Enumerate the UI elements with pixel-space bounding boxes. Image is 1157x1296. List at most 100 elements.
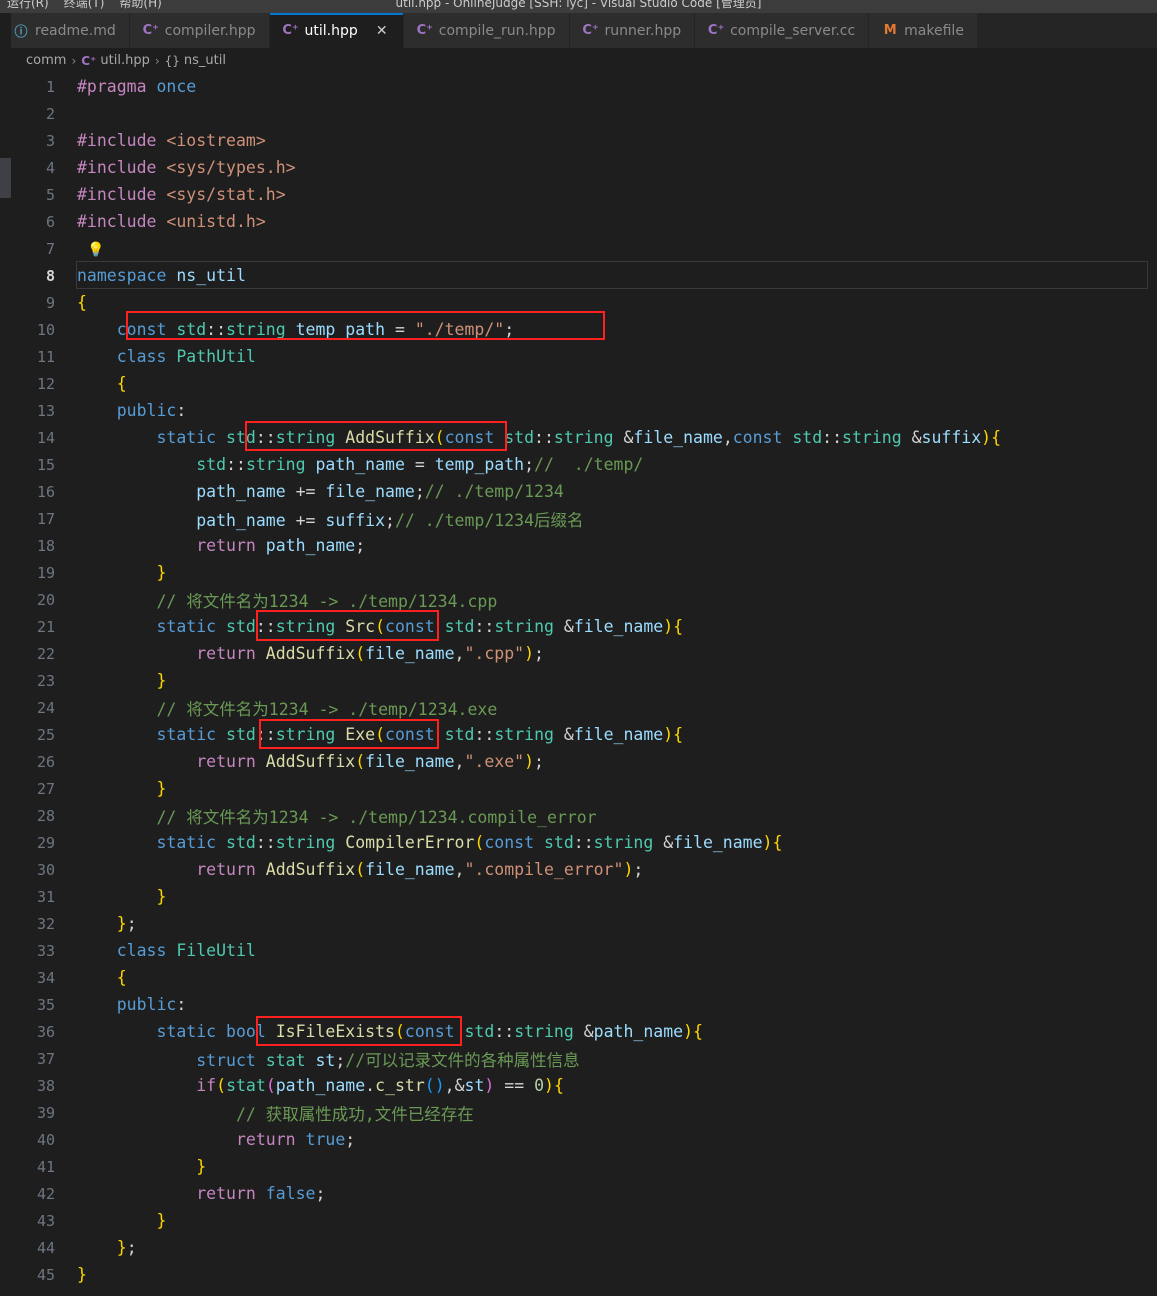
tab-readme-md[interactable]: ⓘ readme.md (0, 13, 130, 48)
code-line[interactable]: 44 }; (11, 1234, 1157, 1261)
code-line[interactable]: 4 #include <sys/types.h> (11, 154, 1157, 181)
tab-util-hpp[interactable]: C⁺ util.hpp ✕ (269, 13, 404, 48)
tab-compile-server-cc[interactable]: C⁺ compile_server.cc (695, 13, 870, 48)
code-line[interactable]: 13 public: (11, 397, 1157, 424)
line-content[interactable]: { (77, 293, 1157, 312)
code-line[interactable]: 7 💡 (11, 235, 1157, 262)
line-content[interactable]: static std::string AddSuffix(const std::… (77, 428, 1157, 447)
line-content[interactable]: 💡 (77, 239, 1157, 258)
lightbulb-icon[interactable]: 💡 (87, 242, 104, 258)
tab-runner-hpp[interactable]: C⁺ runner.hpp (569, 13, 696, 48)
line-content[interactable]: } (77, 563, 1157, 582)
line-content[interactable]: return true; (77, 1130, 1157, 1149)
code-line[interactable]: 12 { (11, 370, 1157, 397)
code-line[interactable]: 2 (11, 100, 1157, 127)
line-content[interactable]: const std::string temp_path = "./temp/"; (77, 320, 1157, 339)
line-content[interactable]: #include <unistd.h> (77, 212, 1157, 231)
code-line[interactable]: 42 return false; (11, 1180, 1157, 1207)
breadcrumb-item-file[interactable]: C⁺ util.hpp (81, 53, 150, 68)
line-content[interactable]: static bool IsFileExists(const std::stri… (77, 1022, 1157, 1041)
code-line[interactable]: 20 // 将文件名为1234 -> ./temp/1234.cpp (11, 586, 1157, 613)
line-content[interactable]: path_name += suffix;// ./temp/1234后缀名 (77, 507, 1157, 531)
line-content[interactable]: // 将文件名为1234 -> ./temp/1234.compile_erro… (77, 804, 1157, 828)
code-line[interactable]: 45} (11, 1261, 1157, 1288)
line-content[interactable]: static std::string CompilerError(const s… (77, 833, 1157, 852)
code-line[interactable]: 32 }; (11, 910, 1157, 937)
code-line[interactable]: 27 } (11, 775, 1157, 802)
close-icon[interactable]: ✕ (374, 23, 390, 39)
code-line[interactable]: 37 struct stat st;//可以记录文件的各种属性信息 (11, 1045, 1157, 1072)
line-content[interactable]: // 将文件名为1234 -> ./temp/1234.exe (77, 696, 1157, 720)
code-line[interactable]: 1 #pragma once (11, 73, 1157, 100)
scrollbar-thumb[interactable] (0, 158, 11, 198)
line-content[interactable]: class FileUtil (77, 941, 1157, 960)
line-content[interactable]: public: (77, 401, 1157, 420)
code-line[interactable]: 28 // 将文件名为1234 -> ./temp/1234.compile_e… (11, 802, 1157, 829)
line-content[interactable]: return AddSuffix(file_name,".compile_err… (77, 860, 1157, 879)
code-line[interactable]: 19 } (11, 559, 1157, 586)
line-content[interactable]: return path_name; (77, 536, 1157, 555)
code-line[interactable]: 25 static std::string Exe(const std::str… (11, 721, 1157, 748)
line-content[interactable]: #include <sys/types.h> (77, 158, 1157, 177)
line-content[interactable]: } (77, 779, 1157, 798)
line-content[interactable]: { (77, 968, 1157, 987)
breadcrumb-item-folder[interactable]: comm (26, 53, 66, 68)
code-editor[interactable]: 1 #pragma once 2 3 #include <iostream> 4 #incl… (11, 73, 1157, 1296)
line-content[interactable]: static std::string Exe(const std::string… (77, 725, 1157, 744)
code-line[interactable]: 15 std::string path_name = temp_path;// … (11, 451, 1157, 478)
line-content[interactable]: path_name += file_name;// ./temp/1234 (77, 482, 1157, 501)
code-line[interactable]: 14 static std::string AddSuffix(const st… (11, 424, 1157, 451)
code-line[interactable]: 8 namespace ns_util (11, 261, 1157, 289)
tab-compiler-hpp[interactable]: C⁺ compiler.hpp (129, 13, 270, 48)
line-content[interactable]: }; (77, 1238, 1157, 1257)
tab-compile-run-hpp[interactable]: C⁺ compile_run.hpp (403, 13, 570, 48)
line-content[interactable]: #pragma once (77, 77, 1157, 96)
code-line[interactable]: 33 class FileUtil (11, 937, 1157, 964)
line-content[interactable]: class PathUtil (77, 347, 1157, 366)
code-line[interactable]: 30 return AddSuffix(file_name,".compile_… (11, 856, 1157, 883)
code-line[interactable]: 41 } (11, 1153, 1157, 1180)
code-line[interactable]: 24 // 将文件名为1234 -> ./temp/1234.exe (11, 694, 1157, 721)
line-content[interactable]: } (77, 887, 1157, 906)
line-content[interactable]: }; (77, 914, 1157, 933)
line-content[interactable]: } (77, 1211, 1157, 1230)
code-line[interactable]: 3 #include <iostream> (11, 127, 1157, 154)
code-line[interactable]: 36 static bool IsFileExists(const std::s… (11, 1018, 1157, 1045)
code-line[interactable]: 16 path_name += file_name;// ./temp/1234 (11, 478, 1157, 505)
line-content[interactable]: // 将文件名为1234 -> ./temp/1234.cpp (77, 588, 1157, 612)
code-line[interactable]: 21 static std::string Src(const std::str… (11, 613, 1157, 640)
line-content[interactable]: } (77, 1157, 1157, 1176)
line-content[interactable]: return false; (77, 1184, 1157, 1203)
line-content[interactable]: static std::string Src(const std::string… (77, 617, 1157, 636)
code-line[interactable]: 40 return true; (11, 1126, 1157, 1153)
line-content[interactable]: struct stat st;//可以记录文件的各种属性信息 (77, 1047, 1157, 1071)
code-line[interactable]: 39 // 获取属性成功,文件已经存在 (11, 1099, 1157, 1126)
line-content[interactable]: return AddSuffix(file_name,".exe"); (77, 752, 1157, 771)
code-line[interactable]: 31 } (11, 883, 1157, 910)
code-line[interactable]: 22 return AddSuffix(file_name,".cpp"); (11, 640, 1157, 667)
code-line[interactable]: 26 return AddSuffix(file_name,".exe"); (11, 748, 1157, 775)
code-line[interactable]: 35 public: (11, 991, 1157, 1018)
line-content[interactable]: if(stat(path_name.c_str(),&st) == 0){ (77, 1076, 1157, 1095)
line-content[interactable]: #include <iostream> (77, 131, 1157, 150)
line-content[interactable]: #include <sys/stat.h> (77, 185, 1157, 204)
line-content[interactable]: // 获取属性成功,文件已经存在 (77, 1101, 1157, 1125)
code-line[interactable]: 11 class PathUtil (11, 343, 1157, 370)
code-line[interactable]: 18 return path_name; (11, 532, 1157, 559)
line-content[interactable]: namespace ns_util (76, 261, 1157, 289)
code-line[interactable]: 10 const std::string temp_path = "./temp… (11, 316, 1157, 343)
code-line[interactable]: 34 { (11, 964, 1157, 991)
line-content[interactable]: return AddSuffix(file_name,".cpp"); (77, 644, 1157, 663)
code-line[interactable]: 17 path_name += suffix;// ./temp/1234后缀名 (11, 505, 1157, 532)
line-content[interactable]: } (77, 671, 1157, 690)
tab-makefile[interactable]: M makefile (869, 13, 978, 48)
code-line[interactable]: 43 } (11, 1207, 1157, 1234)
breadcrumb-item-symbol[interactable]: {} ns_util (165, 53, 226, 68)
code-line[interactable]: 6 #include <unistd.h> (11, 208, 1157, 235)
line-content[interactable]: { (77, 374, 1157, 393)
line-content[interactable]: } (77, 1265, 1157, 1284)
code-line[interactable]: 9{ (11, 289, 1157, 316)
line-content[interactable]: public: (77, 995, 1157, 1014)
code-line[interactable]: 23 } (11, 667, 1157, 694)
code-line[interactable]: 29 static std::string CompilerError(cons… (11, 829, 1157, 856)
